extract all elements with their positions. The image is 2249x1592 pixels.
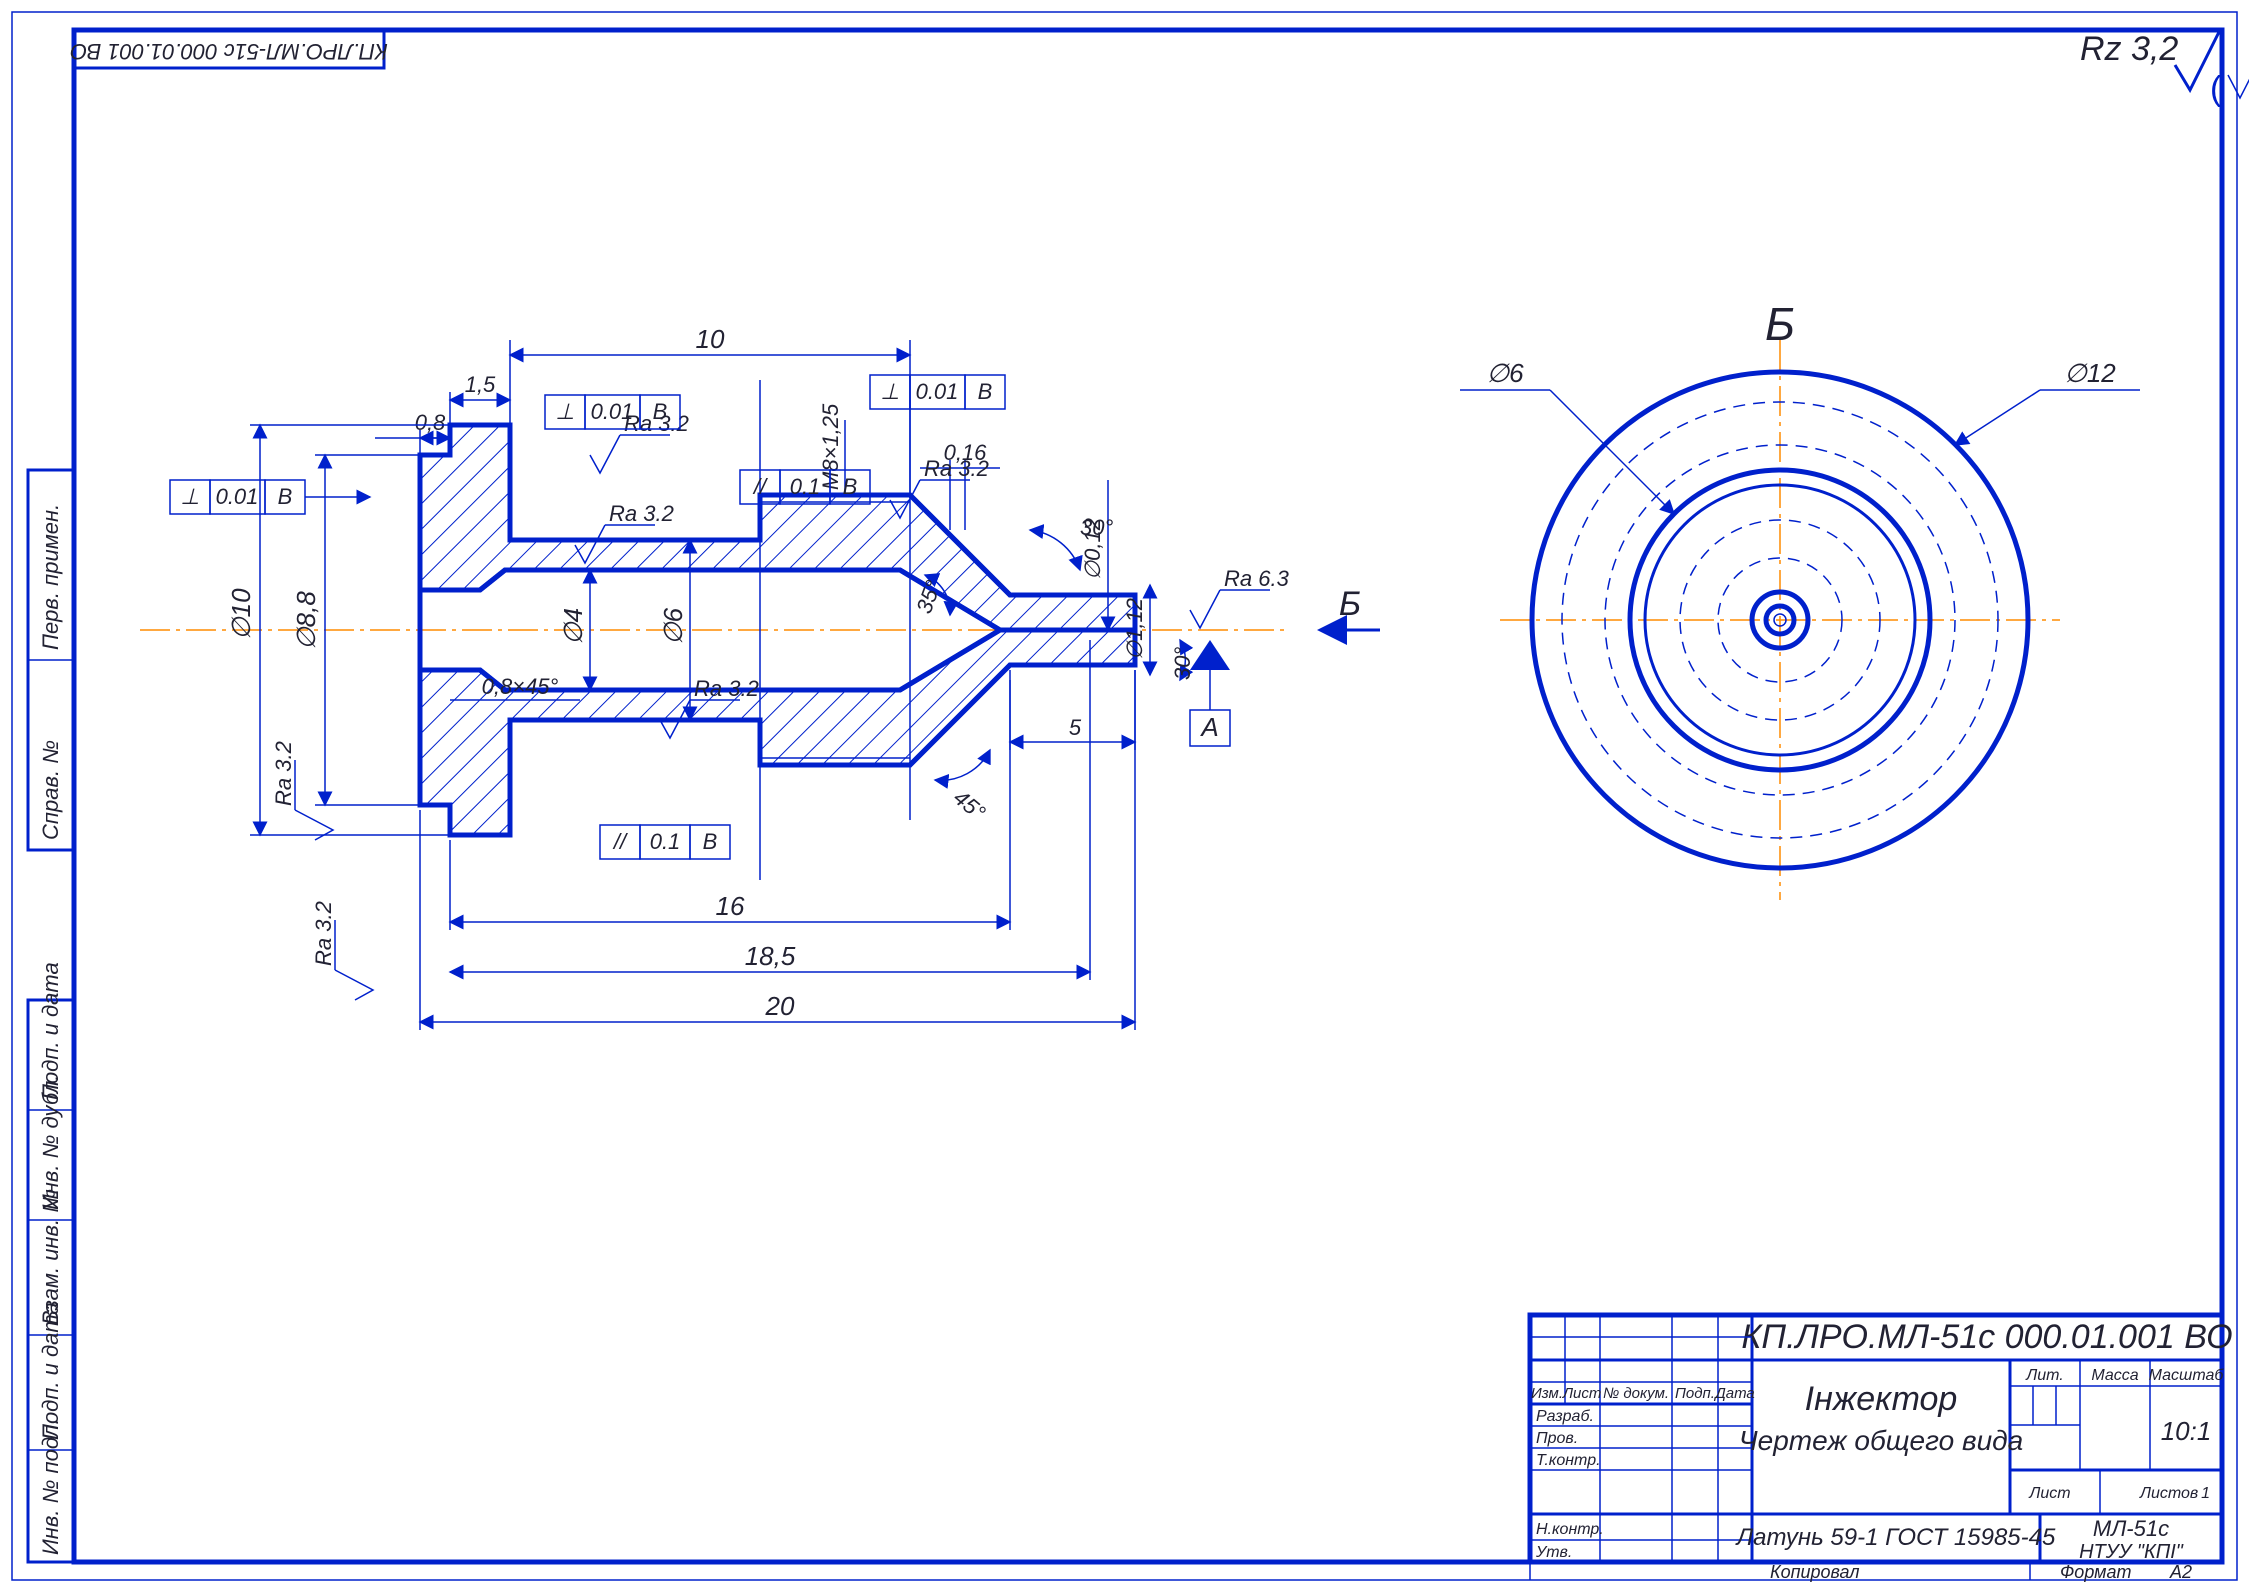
svg-text:10: 10 [696, 324, 725, 354]
svg-text:∅6: ∅6 [658, 607, 688, 645]
svg-text:B: B [843, 474, 858, 499]
svg-text:Масса: Масса [2091, 1367, 2138, 1384]
fcf-perp-top2: ⊥ 0.01 B [870, 375, 1005, 409]
svg-text:0.01: 0.01 [591, 399, 634, 424]
svg-text:45°: 45° [949, 785, 991, 826]
svg-text:∅12: ∅12 [2064, 358, 2116, 388]
dim-len-5: 5 [1010, 670, 1135, 750]
svg-text:Ra 3.2: Ra 3.2 [609, 501, 674, 526]
svg-text:А: А [1199, 712, 1218, 742]
svg-text:0.01: 0.01 [216, 484, 259, 509]
svg-text:0.1: 0.1 [790, 474, 821, 499]
svg-text:∅4: ∅4 [558, 608, 588, 645]
svg-text:Ra 6.3: Ra 6.3 [1224, 566, 1290, 591]
svg-text:∅1,12: ∅1,12 [1122, 598, 1147, 660]
svg-text:Т.контр.: Т.контр. [1536, 1452, 1601, 1469]
svg-text:Б: Б [1339, 585, 1361, 623]
ra-mark: Ra 3.2 [890, 456, 989, 518]
svg-text:18,5: 18,5 [745, 941, 796, 971]
svg-text:5: 5 [1069, 715, 1082, 740]
svg-text:B: B [653, 399, 668, 424]
svg-text://: // [612, 829, 628, 854]
svg-text:Листов: Листов [2139, 1485, 2198, 1502]
title-name-1: Інжектор [1805, 1380, 1958, 1418]
fcf-perp-top1: ⊥ 0.01 B [545, 395, 680, 429]
title-name-2: Чертеж общего вида [1739, 1425, 2023, 1456]
svg-text:Ra 3.2: Ra 3.2 [311, 901, 336, 966]
fcf-perp-left: ⊥ 0.01 B [170, 480, 370, 514]
fcf-par-bot: // 0.1 B [600, 825, 730, 859]
svg-text:Формат: Формат [2060, 1562, 2131, 1582]
svg-text:0,8×45°: 0,8×45° [482, 674, 559, 699]
dim-dia-12: ∅12 [1955, 358, 2140, 445]
side-strip-label: Перв. примен. [38, 504, 63, 650]
global-finish-label: Rz 3,2 [2080, 30, 2178, 68]
side-strip: Инв. № подл. Подп. и дата Взам. инв. № И… [28, 470, 74, 1562]
ra-mark: Ra 3.2 [271, 741, 333, 840]
dim-thread: M8×1,25 [818, 403, 845, 495]
svg-text:Лист: Лист [1562, 1385, 1602, 1402]
svg-text:Копировал: Копировал [1770, 1562, 1860, 1582]
ra-mark: Ra 3.2 [311, 901, 373, 1000]
view-b: Б ∅6 ∅12 [1460, 298, 2140, 900]
svg-text:⊥: ⊥ [880, 379, 899, 404]
svg-text:0,8: 0,8 [415, 410, 446, 435]
title-org-1: МЛ-51с [2093, 1516, 2169, 1541]
svg-text:30°: 30° [1170, 647, 1195, 680]
dim-dia-8-8: ∅8,8 [291, 455, 420, 805]
svg-text:Утв.: Утв. [1535, 1544, 1572, 1561]
svg-text:Масштаб: Масштаб [2149, 1367, 2225, 1384]
svg-text:Дата: Дата [1713, 1385, 1755, 1402]
drawing-number-top-box: КП.ЛРО.МЛ-51с 000.01.001 ВО [70, 30, 388, 68]
svg-text:Лист: Лист [2028, 1485, 2070, 1502]
fcf-par-mid: // 0.1 B [740, 470, 870, 504]
svg-text:16: 16 [716, 891, 745, 921]
svg-text:⊥: ⊥ [555, 399, 574, 424]
title-org-2: НТУУ "КПІ" [2079, 1541, 2184, 1563]
hatch-bottom [420, 630, 1135, 835]
svg-text:А2: А2 [2169, 1562, 2192, 1582]
side-strip-label: Подп. и дата [38, 962, 63, 1100]
svg-text:30°: 30° [1080, 515, 1113, 540]
svg-text:1: 1 [2201, 1485, 2210, 1502]
svg-text:0.1: 0.1 [650, 829, 681, 854]
side-strip-label: Справ. № [38, 740, 63, 840]
drawing-number-top: КП.ЛРО.МЛ-51с 000.01.001 ВО [70, 39, 388, 64]
title-block: КП.ЛРО.МЛ-51с 000.01.001 ВО Изм. Лист № … [1530, 1315, 2233, 1582]
title-material: Латунь 59-1 ГОСТ 15985-45 [1735, 1524, 2056, 1551]
svg-text:(: ( [2210, 70, 2222, 108]
view-arrow-b: Б [1320, 585, 1380, 630]
svg-text:B: B [278, 484, 293, 509]
section-view: 10 1,5 0,8 0,16 ∅10 [140, 324, 1380, 1030]
svg-text:Ra 3.2: Ra 3.2 [694, 676, 759, 701]
title-block-drawing-no: КП.ЛРО.МЛ-51с 000.01.001 ВО [1741, 1318, 2232, 1356]
svg-text:Разраб.: Разраб. [1536, 1408, 1594, 1425]
svg-text:0.01: 0.01 [916, 379, 959, 404]
ra-mark-63: Ra 6.3 [1190, 566, 1290, 628]
svg-text:Ra 3.2: Ra 3.2 [271, 741, 296, 806]
svg-text:Подп.: Подп. [1675, 1385, 1715, 1402]
svg-text:B: B [978, 379, 993, 404]
svg-text:Н.контр.: Н.контр. [1536, 1521, 1604, 1538]
svg-text:20: 20 [765, 991, 795, 1021]
svg-text:Ra 3.2: Ra 3.2 [924, 456, 989, 481]
hatch-top [420, 425, 1135, 630]
dim-angle-30-lower: 30° [1170, 640, 1195, 680]
svg-text:№ докум.: № докум. [1603, 1385, 1669, 1402]
svg-text:Изм.: Изм. [1531, 1385, 1563, 1402]
svg-text:1,5: 1,5 [465, 372, 496, 397]
svg-text:Пров.: Пров. [1536, 1430, 1578, 1447]
svg-text:B: B [703, 829, 718, 854]
svg-text:⊥: ⊥ [180, 484, 199, 509]
dim-len-0-8: 0,8 [375, 410, 450, 455]
svg-text://: // [752, 474, 768, 499]
scale-value: 10:1 [2161, 1416, 2212, 1446]
svg-text:∅8,8: ∅8,8 [291, 591, 321, 650]
svg-text:Лит.: Лит. [2025, 1367, 2063, 1384]
dim-dia-4: ∅4 [558, 570, 590, 690]
dim-angle-45: 45° [935, 750, 990, 825]
svg-text:∅10: ∅10 [226, 588, 256, 640]
svg-text:∅6: ∅6 [1486, 358, 1524, 388]
datum-a: А [1190, 640, 1230, 746]
